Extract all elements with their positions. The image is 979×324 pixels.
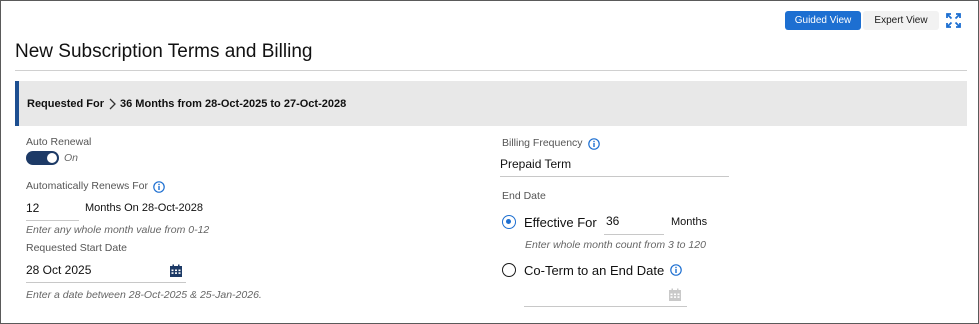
billing-frequency-value[interactable]: Prepaid Term: [500, 157, 571, 171]
coterm-radio[interactable]: [502, 263, 516, 277]
effective-for-input[interactable]: 36: [606, 214, 619, 228]
calendar-icon[interactable]: [169, 264, 183, 278]
end-date-label: End Date: [502, 190, 546, 202]
renews-for-label: Automatically Renews For: [26, 180, 148, 192]
renews-for-hint: Enter any whole month value from 0-12: [26, 224, 210, 236]
auto-renewal-state: On: [64, 152, 79, 164]
renews-for-input[interactable]: 12: [26, 201, 39, 215]
view-toggle: Guided View Expert View: [785, 11, 939, 30]
expert-view-button[interactable]: Expert View: [863, 11, 939, 30]
coterm-label: Co-Term to an End Date: [524, 263, 665, 278]
subscription-panel: Guided View Expert View New Subscription…: [0, 0, 979, 324]
effective-for-suffix: Months: [671, 216, 708, 228]
calendar-icon[interactable]: [668, 288, 682, 302]
effective-for-radio[interactable]: [502, 215, 516, 229]
info-icon[interactable]: [588, 138, 600, 150]
effective-for-label: Effective For: [524, 215, 597, 230]
start-date-hint: Enter a date between 28-Oct-2025 & 25-Ja…: [26, 289, 262, 301]
auto-renewal-toggle[interactable]: [26, 151, 59, 165]
expand-icon[interactable]: [946, 13, 961, 28]
title-divider: [15, 70, 967, 71]
page-title: New Subscription Terms and Billing: [15, 41, 313, 62]
coterm-date-input[interactable]: [524, 306, 687, 307]
start-date-label: Requested Start Date: [26, 242, 127, 254]
banner-label: Requested For: [27, 97, 105, 110]
renews-for-suffix: Months On 28-Oct-2028: [85, 202, 204, 214]
effective-for-hint: Enter whole month count from 3 to 120: [525, 239, 706, 251]
billing-frequency-label: Billing Frequency: [502, 137, 583, 149]
renews-for-underline: [26, 220, 79, 221]
requested-for-banner: Requested For 36 Months from 28-Oct-2025…: [15, 81, 967, 126]
start-date-underline: [26, 282, 186, 283]
chevron-right-icon: [109, 98, 116, 109]
auto-renewal-label: Auto Renewal: [26, 136, 92, 148]
billing-underline: [500, 176, 729, 177]
banner-value: 36 Months from 28-Oct-2025 to 27-Oct-202…: [120, 97, 347, 110]
effective-for-underline: [604, 234, 664, 235]
guided-view-button[interactable]: Guided View: [785, 11, 861, 30]
info-icon[interactable]: [153, 181, 165, 193]
start-date-input[interactable]: 28 Oct 2025: [26, 263, 91, 277]
info-icon[interactable]: [670, 264, 682, 276]
